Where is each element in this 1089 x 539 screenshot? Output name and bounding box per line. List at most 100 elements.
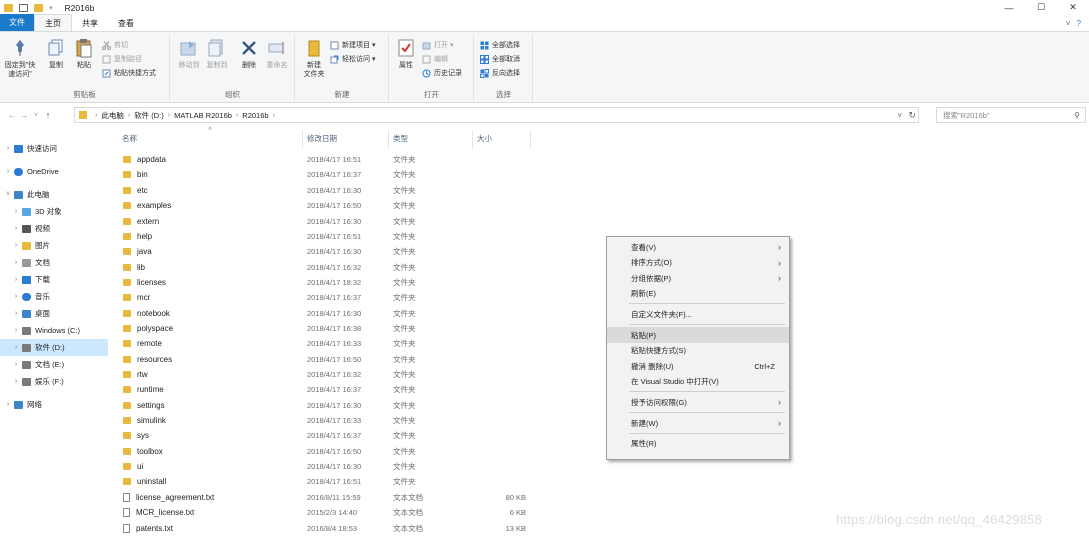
file-row[interactable]: mcr 2018/4/17 16:37 文件夹 [118,290,538,305]
nav-item-2[interactable]: ˅ 此电脑 [0,186,108,203]
nav-item-5[interactable]: › 图片 [0,237,108,254]
chevron-right-icon[interactable]: › [10,310,22,317]
file-row[interactable]: help 2018/4/17 16:51 文件夹 [118,229,538,244]
chevron-right-icon[interactable]: › [10,242,22,249]
context-menu-item[interactable]: 粘贴快捷方式(S) [607,343,789,359]
file-row[interactable]: notebook 2018/4/17 16:30 文件夹 [118,306,538,321]
refresh-icon[interactable]: ↻ [908,110,916,121]
file-row[interactable]: etc 2018/4/17 16:30 文件夹 [118,183,538,198]
file-row[interactable]: sys 2018/4/17 16:37 文件夹 [118,428,538,443]
history-button[interactable]: 历史记录 [422,68,462,78]
file-row[interactable]: examples 2018/4/17 16:50 文件夹 [118,198,538,213]
chevron-right-icon[interactable]: › [10,225,22,232]
column-divider[interactable] [302,130,303,148]
chevron-right-icon[interactable]: › [2,401,14,408]
nav-item-6[interactable]: › 文档 [0,254,108,271]
context-menu-item[interactable]: 属性(R) [607,436,789,452]
properties-quick-icon[interactable] [19,3,28,12]
file-row[interactable]: java 2018/4/17 16:30 文件夹 [118,244,538,259]
column-divider[interactable] [530,130,531,148]
chevron-right-icon[interactable]: › [10,208,22,215]
tab-share[interactable]: 共享 [72,15,108,31]
breadcrumb-drive-d[interactable]: 软件 (D:) [134,110,164,121]
context-menu-item[interactable]: 在 Visual Studio 中打开(V) [607,374,789,390]
nav-item-8[interactable]: › 音乐 [0,288,108,305]
file-row[interactable]: remote 2018/4/17 16:33 文件夹 [118,336,538,351]
tab-file[interactable]: 文件 [0,14,34,31]
file-row[interactable]: lib 2018/4/17 16:32 文件夹 [118,259,538,274]
up-button[interactable]: ↑ [42,110,54,120]
address-bar[interactable]: › 此电脑 › 软件 (D:) › MATLAB R2016b › R2016b… [74,107,919,123]
maximize-button[interactable]: ☐ [1025,0,1057,15]
column-header-name[interactable]: 名称 [122,133,137,145]
copy-path-button[interactable]: 复制路径 [102,54,156,64]
address-dropdown-icon[interactable]: ˅ [897,111,902,120]
chevron-right-icon[interactable]: › [10,259,22,266]
properties-button[interactable]: 属性 [390,38,422,70]
chevron-right-icon[interactable]: › [2,145,14,152]
breadcrumb-this-pc[interactable]: 此电脑 [101,110,124,121]
context-menu-item[interactable]: 查看(V) › [607,239,789,255]
search-input[interactable]: 搜索"R2016b" ⚲ [936,107,1086,123]
file-row[interactable]: bin 2018/4/17 16:37 文件夹 [118,167,538,182]
context-menu-item[interactable]: 撤消 删除(U) Ctrl+Z [607,358,789,374]
nav-item-12[interactable]: › 文档 (E:) [0,356,108,373]
close-button[interactable]: ✕ [1057,0,1089,15]
chevron-right-icon[interactable]: › [10,327,22,334]
breadcrumb-r2016b[interactable]: R2016b [242,111,268,120]
help-icon[interactable]: ? [1077,19,1081,28]
file-row[interactable]: resources 2018/4/17 16:50 文件夹 [118,352,538,367]
chevron-right-icon[interactable]: › [10,361,22,368]
nav-item-13[interactable]: › 娱乐 (F:) [0,373,108,390]
nav-item-1[interactable]: › OneDrive [0,163,108,180]
easy-access-button[interactable]: 轻松访问 ▾ [330,54,375,64]
forward-button[interactable]: → [18,110,30,120]
nav-item-3[interactable]: › 3D 对象 [0,203,108,220]
file-row[interactable]: patents.txt 2016/8/4 18:53 文本文档 13 KB [118,520,538,535]
file-row[interactable]: licenses 2018/4/17 18:32 文件夹 [118,275,538,290]
nav-item-14[interactable]: › 网络 [0,396,108,413]
select-none-button[interactable]: 全部取消 [480,54,520,64]
quick-access-dropdown-icon[interactable]: ▾ [49,4,53,12]
file-row[interactable]: license_agreement.txt 2016/8/11 15:59 文本文档… [118,490,538,505]
file-row[interactable]: settings 2018/4/17 16:30 文件夹 [118,398,538,413]
context-menu-item[interactable]: 分组依据(P) › [607,270,789,286]
pin-quick-access-button[interactable]: 固定到"快速访问" [4,38,36,79]
chevron-down-icon[interactable]: ˅ [2,191,14,198]
recent-locations-button[interactable]: ˅ [30,112,42,119]
paste-shortcut-button[interactable]: 粘贴快捷方式 [102,68,156,78]
copy-to-button[interactable]: 复制到 [201,38,233,70]
file-row[interactable]: simulink 2018/4/17 16:33 文件夹 [118,413,538,428]
file-row[interactable]: extern 2018/4/17 16:30 文件夹 [118,213,538,228]
select-all-button[interactable]: 全部选择 [480,40,520,50]
invert-selection-button[interactable]: 反向选择 [480,68,520,78]
nav-item-0[interactable]: › 快速访问 [0,140,108,157]
paste-button[interactable]: 粘贴 [68,38,100,70]
new-folder-button[interactable]: 新建 文件夹 [298,38,330,79]
tab-view[interactable]: 查看 [108,15,144,31]
back-button[interactable]: ← [6,110,18,120]
nav-item-11[interactable]: › 软件 (D:) [0,339,108,356]
chevron-right-icon[interactable]: › [10,293,22,300]
context-menu-item[interactable]: 授予访问权限(G) › [607,394,789,410]
context-menu-item[interactable]: 粘贴(P) [607,327,789,343]
rename-button[interactable]: 重命名 [261,38,293,70]
file-row[interactable]: rtw 2018/4/17 16:32 文件夹 [118,367,538,382]
edit-button[interactable]: 编辑 [422,54,462,64]
nav-item-9[interactable]: › 桌面 [0,305,108,322]
new-folder-quick-icon[interactable] [34,3,43,12]
expand-ribbon-icon[interactable]: ˅ [1066,19,1071,28]
tab-home[interactable]: 主页 [34,14,72,31]
chevron-right-icon[interactable]: › [10,276,22,283]
file-row[interactable]: appdata 2018/4/17 16:51 文件夹 [118,152,538,167]
new-item-button[interactable]: 新建项目 ▾ [330,40,375,50]
chevron-right-icon[interactable]: › [10,344,22,351]
column-divider[interactable] [472,130,473,148]
context-menu-item[interactable]: 新建(W) › [607,415,789,431]
file-row[interactable]: ui 2018/4/17 16:30 文件夹 [118,459,538,474]
column-header-size[interactable]: 大小 [477,133,492,145]
context-menu-item[interactable]: 刷新(E) [607,286,789,302]
minimize-button[interactable]: — [993,0,1025,15]
file-row[interactable]: runtime 2018/4/17 16:37 文件夹 [118,382,538,397]
column-header-type[interactable]: 类型 [393,133,408,145]
